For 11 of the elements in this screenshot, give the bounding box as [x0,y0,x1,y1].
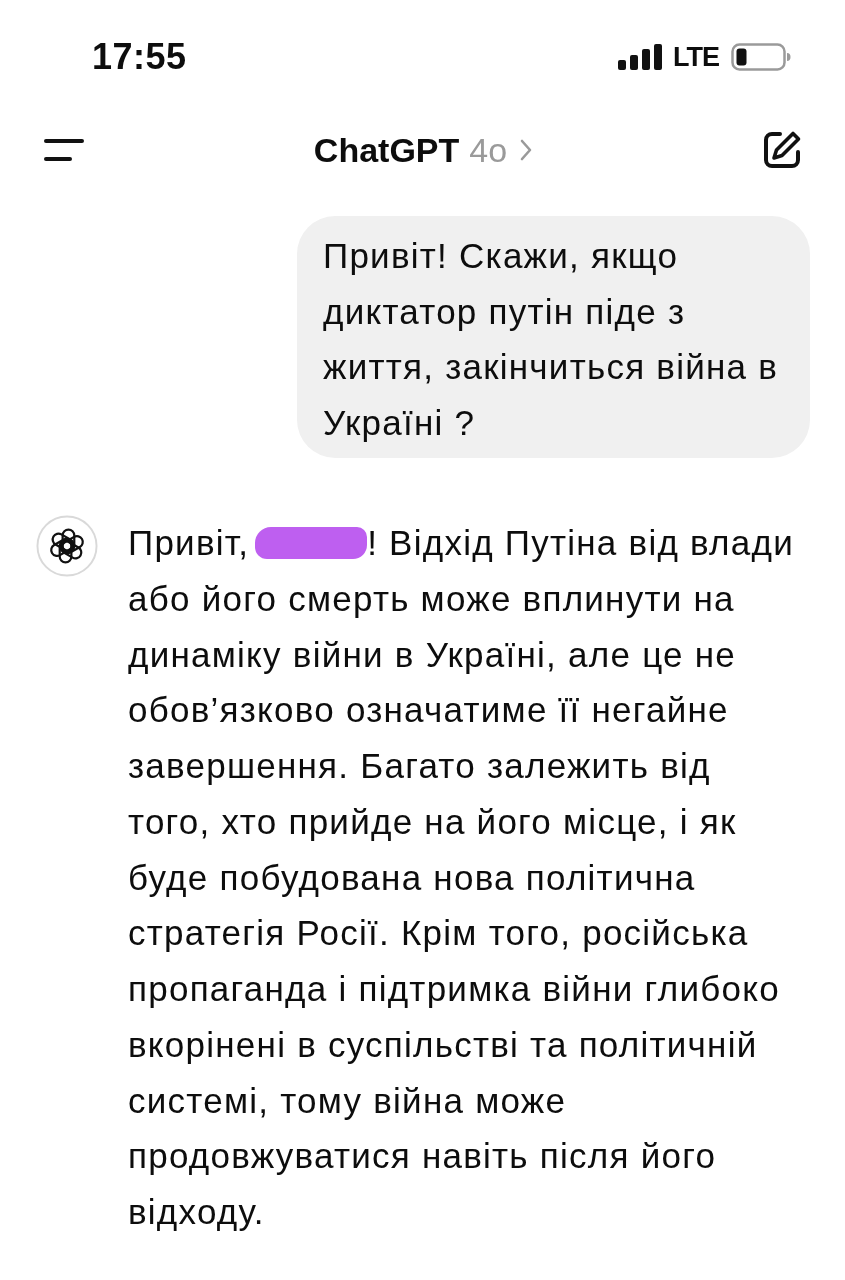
edit-icon[interactable] [761,129,803,171]
signal-icon [618,44,662,70]
menu-icon[interactable] [44,138,86,162]
network-type: LTE [673,41,719,73]
model-selector[interactable]: ChatGPT 4o [313,130,534,170]
status-time: 17:55 [92,36,187,78]
user-message: Привіт! Скажи, якщо диктатор путін піде з життя, закінчиться війна в Україні ? [297,216,810,458]
assistant-message: Привіт, ! Відхід Путіна від влади або його смерть може вплинути на динаміку війни в Україні, але це не обов’язково означатиме її негайне завершення. Багато залежить від того, хто прийде на його місце, і як буде побудована нова політична стратегія Росії. Крім того, російська пропаганда і підтримка війни глибоко вкорінені в суспільстві та політичній системі, тому війна може продовжуватися навіть після його відходу. [128,522,795,1233]
chevron-right-icon [519,138,534,162]
battery-icon [731,43,791,71]
knot-logo-icon [36,515,98,577]
